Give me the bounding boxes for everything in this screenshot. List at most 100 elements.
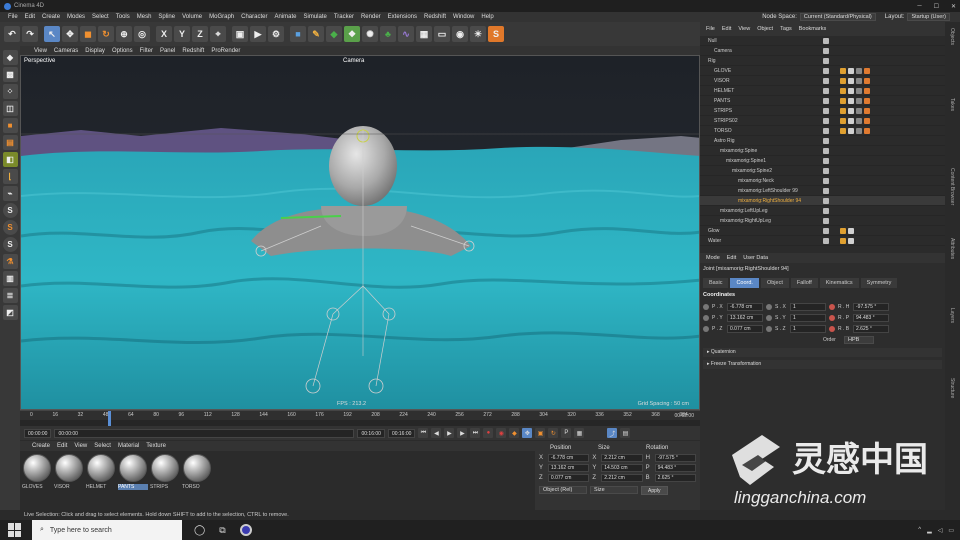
attribute-value-field[interactable]: 1 (790, 313, 826, 322)
animate-dot-icon[interactable] (766, 325, 772, 332)
object-row[interactable]: HELMET (700, 86, 945, 96)
network-icon[interactable]: ▂ (927, 527, 932, 534)
tag-icon[interactable] (840, 97, 846, 104)
key-param-icon[interactable]: P (561, 428, 572, 438)
tag-icon[interactable] (856, 127, 862, 134)
attribute-value-field[interactable]: -6.778 cm (727, 302, 763, 311)
play-icon[interactable]: ▶ (444, 428, 455, 438)
object-menu-object[interactable]: Object (757, 26, 773, 32)
material-menu-texture[interactable]: Texture (146, 443, 166, 449)
grid-icon[interactable]: ▥ (2, 271, 18, 286)
go-to-start-icon[interactable]: ⏮ (418, 428, 429, 438)
workplane-icon[interactable]: ⌊ (2, 169, 18, 184)
animate-dot-icon[interactable] (703, 303, 709, 310)
material-pants[interactable]: PANTS (118, 454, 148, 507)
animate-dot-icon[interactable] (766, 303, 772, 310)
tag-icon[interactable] (840, 227, 846, 234)
tag-icon[interactable] (856, 117, 862, 124)
menu-character[interactable]: Character (241, 14, 267, 20)
visibility-toggle-icon[interactable] (823, 77, 829, 84)
visibility-toggle-icon[interactable] (823, 137, 829, 144)
tag-icon[interactable] (840, 237, 846, 244)
visibility-toggle-icon[interactable] (823, 97, 829, 104)
minimize-icon[interactable]: ─ (917, 3, 921, 9)
menu-simulate[interactable]: Simulate (304, 14, 327, 20)
sculpt-icon[interactable]: ⚗ (2, 254, 18, 269)
menu-modes[interactable]: Modes (67, 14, 85, 20)
edges-mode-icon[interactable]: ◫ (2, 101, 18, 116)
cinema4d-taskbar-icon[interactable] (239, 524, 252, 536)
viewport-menu-redshift[interactable]: Redshift (182, 48, 204, 54)
object-menu-edit[interactable]: Edit (722, 26, 731, 32)
material-menu-create[interactable]: Create (32, 443, 50, 449)
animate-dot-icon[interactable] (703, 325, 709, 332)
attribute-tab-falloff[interactable]: Falloff (790, 278, 818, 288)
recent-tool-icon[interactable]: ⊕ (116, 26, 132, 42)
texture-mode-icon[interactable]: ▩ (2, 67, 18, 82)
tag-icon[interactable] (856, 97, 862, 104)
windows-start-icon[interactable] (8, 523, 22, 537)
move-tool-icon[interactable]: ✥ (62, 26, 78, 42)
render-view-icon[interactable]: ▣ (232, 26, 248, 42)
key-pla-icon[interactable]: ▦ (574, 428, 585, 438)
close-icon[interactable]: ✕ (951, 3, 956, 10)
object-row[interactable]: mixamorig:Spine2 (700, 166, 945, 176)
material-menu-select[interactable]: Select (94, 443, 111, 449)
menu-create[interactable]: Create (42, 14, 60, 20)
visibility-toggle-icon[interactable] (823, 187, 829, 194)
tag-icon[interactable] (848, 67, 854, 74)
attribute-value-field[interactable]: 2.625 ° (853, 324, 889, 333)
object-row[interactable]: Astro Rig (700, 136, 945, 146)
menu-help[interactable]: Help (481, 14, 493, 20)
material-menu-edit[interactable]: Edit (57, 443, 67, 449)
spline-icon[interactable]: ∿ (398, 26, 414, 42)
material-strips[interactable]: STRIPS (150, 454, 180, 507)
visibility-toggle-icon[interactable] (823, 47, 829, 54)
freeze-section[interactable]: ▸ Freeze Transformation (703, 360, 942, 369)
tag-icon[interactable] (840, 117, 846, 124)
tag-icon[interactable] (864, 97, 870, 104)
order-dropdown[interactable]: HPB (844, 335, 874, 344)
current-time-field[interactable]: 00:00:00 (54, 428, 355, 438)
redshift-s3-icon[interactable]: S (2, 237, 18, 252)
tag-icon[interactable] (848, 87, 854, 94)
deformer-icon[interactable]: ✺ (362, 26, 378, 42)
tag-icon[interactable] (840, 107, 846, 114)
floor-icon[interactable]: ▭ (434, 26, 450, 42)
attribute-value-field[interactable]: 1 (790, 302, 826, 311)
object-menu-bookmarks[interactable]: Bookmarks (799, 26, 827, 32)
scale-tool-icon[interactable]: ◼ (80, 26, 96, 42)
animate-dot-icon[interactable] (766, 314, 772, 321)
record-icon[interactable]: ● (483, 428, 494, 438)
attribute-value-field[interactable]: -97.575 ° (853, 302, 889, 311)
menu-spline[interactable]: Spline (158, 14, 175, 20)
material-visor[interactable]: VISOR (54, 454, 84, 507)
menu-render[interactable]: Render (361, 14, 381, 20)
attribute-value-field[interactable]: 13.162 cm (727, 313, 763, 322)
attribute-menu-user-data[interactable]: User Data (743, 255, 768, 261)
right-tab-objects[interactable]: Objects (949, 28, 955, 45)
task-view-icon[interactable]: ◯ (194, 525, 205, 536)
object-row[interactable]: Rig (700, 56, 945, 66)
viewport-menu-view[interactable]: View (34, 48, 47, 54)
node-space-dropdown[interactable]: Current (Standard/Physical) (799, 13, 876, 21)
volume-icon[interactable]: ▦ (416, 26, 432, 42)
object-menu-view[interactable]: View (738, 26, 750, 32)
right-tab-layers[interactable]: Layers (949, 308, 955, 323)
tag-icon[interactable] (856, 107, 862, 114)
menu-mesh[interactable]: Mesh (137, 14, 152, 20)
right-tab-takes[interactable]: Takes (949, 98, 955, 111)
menu-edit[interactable]: Edit (25, 14, 35, 20)
world-coords-icon[interactable]: ⌖ (210, 26, 226, 42)
undo-icon[interactable]: ↶ (4, 26, 20, 42)
apply-button[interactable]: Apply (641, 485, 668, 495)
tray-arrow-icon[interactable]: ^ (918, 527, 921, 533)
object-row[interactable]: mixamorig:Neck (700, 176, 945, 186)
visibility-toggle-icon[interactable] (823, 147, 829, 154)
attribute-tab-kinematics[interactable]: Kinematics (819, 278, 859, 288)
uv-mode-icon[interactable]: ▤ (2, 135, 18, 150)
visibility-toggle-icon[interactable] (823, 107, 829, 114)
size-field[interactable]: 2.212 cm (601, 474, 643, 482)
key-position-icon[interactable]: ✥ (522, 428, 533, 438)
tag-icon[interactable] (848, 97, 854, 104)
